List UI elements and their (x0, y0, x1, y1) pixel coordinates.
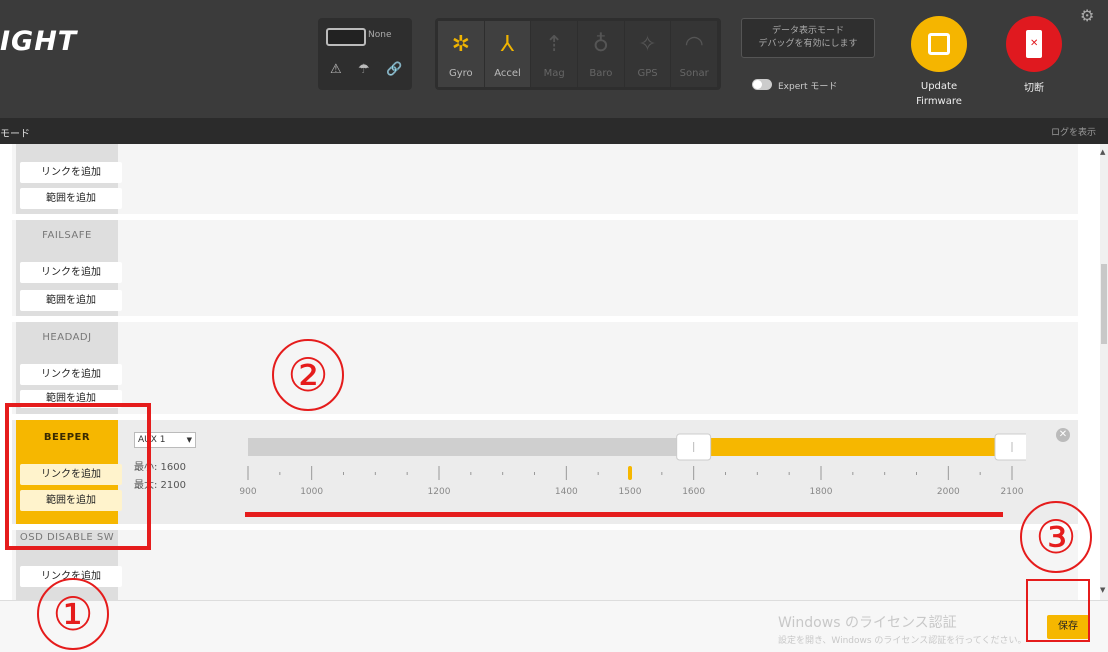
gyro-icon: ✲ (451, 31, 471, 57)
sensor-label: Baro (589, 67, 613, 79)
add-range-button[interactable]: 範囲を追加 (20, 290, 122, 311)
sensor-accel: ⅄ Accel (484, 21, 531, 87)
tick-label: 900 (239, 487, 256, 497)
range-fill (693, 438, 1012, 456)
annotation-box-1 (5, 403, 151, 550)
debug-mode-button[interactable]: データ表示モード デバッグを有効にします (741, 18, 875, 58)
update-label-line2: Firmware (916, 96, 962, 107)
top-toolbar: IGHT None ⚠ ☂ 🔗 ✲ Gyro ⅄ Accel ⇡ Mag ♁ B… (0, 0, 1108, 118)
mode-row-headadj: HEADADJ リンクを追加 範囲を追加 (12, 322, 1078, 414)
annotation-number-1: ① (37, 578, 109, 650)
range-handle-max[interactable] (994, 433, 1026, 461)
sensor-label: Gyro (448, 67, 473, 79)
port-label: None (368, 30, 392, 40)
add-link-button[interactable]: リンクを追加 (20, 262, 122, 283)
modes-list: リンクを追加 範囲を追加 FAILSAFE リンクを追加 範囲を追加 HEADA… (0, 144, 1100, 600)
annotation-box-3 (1026, 579, 1090, 642)
expert-mode-toggle[interactable] (752, 79, 772, 90)
mode-box: リンクを追加 範囲を追加 (16, 144, 122, 214)
sensor-gyro: ✲ Gyro (438, 21, 484, 87)
add-link-button[interactable]: リンクを追加 (20, 364, 122, 385)
mode-box: FAILSAFE リンクを追加 範囲を追加 (16, 220, 122, 316)
sensor-mag: ⇡ Mag (531, 21, 578, 87)
expert-mode-label: Expert モード (778, 82, 838, 92)
port-select[interactable] (326, 28, 366, 46)
add-range-button[interactable]: 範囲を追加 (20, 188, 122, 209)
page-title: モード (0, 129, 30, 140)
mode-box: HEADADJ リンクを追加 範囲を追加 (16, 322, 122, 414)
mode-row-beeper: BEEPER リンクを追加 範囲を追加 AUX 1 最小: 1600 最大: 2… (12, 420, 1078, 524)
disconnect-label: 切断 (1024, 83, 1044, 94)
remove-range-icon[interactable]: ✕ (1056, 428, 1070, 442)
mode-row-failsafe: FAILSAFE リンクを追加 範囲を追加 (12, 220, 1078, 316)
mode-row: リンクを追加 範囲を追加 (12, 144, 1078, 214)
accel-icon: ⅄ (500, 31, 515, 57)
show-log-link[interactable]: ログを表示 (1051, 125, 1096, 138)
tab-title-bar: モード ログを表示 (0, 118, 1108, 144)
chip-icon (928, 33, 950, 55)
current-value-marker (628, 466, 632, 480)
gear-icon[interactable]: ⚙ (1080, 6, 1094, 25)
tick-label: 2000 (937, 487, 960, 497)
tick-label: 1800 (810, 487, 833, 497)
tick-label: 1400 (555, 487, 578, 497)
sonar-icon: ◠ (684, 31, 704, 57)
tick-label: 1000 (300, 487, 323, 497)
parachute-icon: ☂ (358, 62, 370, 77)
app-logo: IGHT (0, 26, 78, 57)
mode-row-osd-disable-sw: OSD DISABLE SW リンクを追加 (12, 530, 1078, 600)
warning-icon: ⚠ (330, 62, 342, 77)
scroll-thumb[interactable] (1101, 264, 1107, 344)
sensor-baro: ♁ Baro (578, 21, 624, 87)
annotation-underline (245, 512, 1003, 517)
mode-name: HEADADJ (42, 332, 92, 343)
scroll-down-arrow-icon[interactable]: ▼ (1100, 586, 1105, 594)
sensor-label: GPS (637, 67, 658, 79)
tick-label: 1500 (619, 487, 642, 497)
tick-label: 1200 (428, 487, 451, 497)
sensor-gps: ✧ GPS (624, 21, 671, 87)
mag-icon: ⇡ (544, 31, 564, 57)
update-label-line1: Update (920, 81, 958, 92)
link-icon: 🔗 (386, 62, 403, 77)
gps-icon: ✧ (638, 31, 657, 57)
annotation-number-2: ② (272, 339, 344, 411)
sensor-label: Sonar (679, 67, 709, 79)
debug-mode-label-2: デバッグを有効にします (758, 39, 858, 49)
windows-watermark-text: 設定を開き、Windows のライセンス認証を行ってください。 (778, 636, 1027, 646)
scroll-up-arrow-icon[interactable]: ▲ (1100, 148, 1105, 156)
debug-mode-label-1: データ表示モード (771, 26, 844, 36)
connection-panel: None ⚠ ☂ 🔗 (318, 18, 412, 90)
windows-watermark-title: Windows のライセンス認証 (778, 615, 957, 631)
sensor-label: Accel (494, 67, 521, 79)
sensor-sonar: ◠ Sonar (671, 21, 718, 87)
annotation-number-3: ③ (1020, 501, 1092, 573)
tick-label: 2100 (1001, 487, 1024, 497)
sensor-label: Mag (543, 67, 565, 79)
usb-icon: ✕ (1026, 30, 1042, 58)
baro-icon: ♁ (592, 31, 609, 57)
tick-label: 1600 (682, 487, 705, 497)
add-link-button[interactable]: リンクを追加 (20, 162, 122, 183)
range-slider[interactable]: 900 1000 1200 1400 1500 1600 1800 2000 2100 (226, 430, 1026, 504)
sensor-status-panel: ✲ Gyro ⅄ Accel ⇡ Mag ♁ Baro ✧ GPS ◠ Sona… (435, 18, 721, 90)
update-firmware-label: Update Firmware (903, 79, 975, 109)
mode-name: FAILSAFE (42, 230, 92, 241)
scrollbar[interactable] (1100, 144, 1108, 600)
